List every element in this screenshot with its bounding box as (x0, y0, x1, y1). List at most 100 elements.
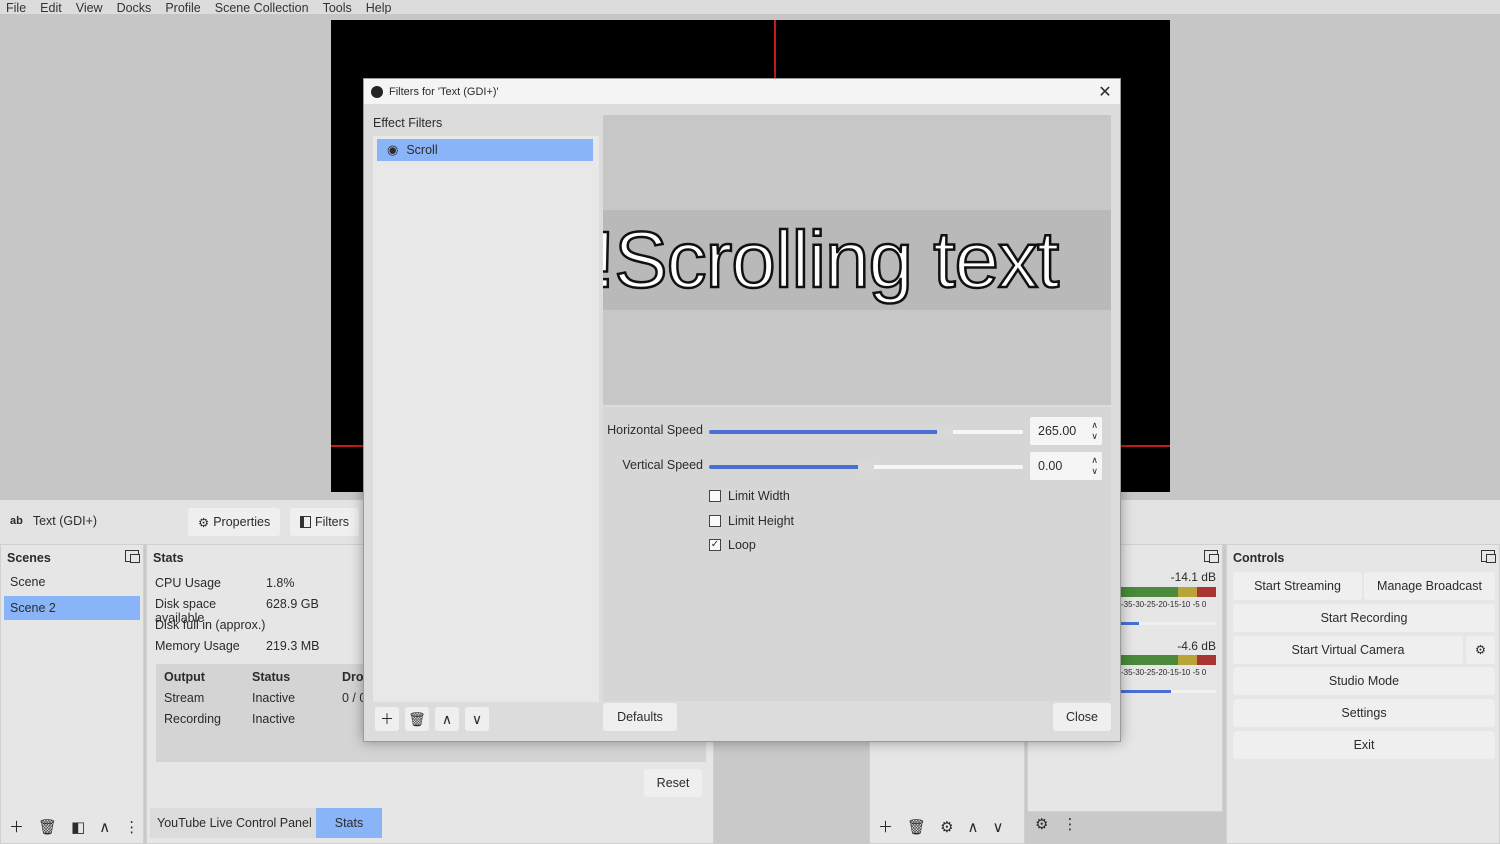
dialog-titlebar: Filters for 'Text (GDI+)' ✕ (364, 79, 1120, 104)
advanced-audio-gear-icon[interactable]: ⚙ (1035, 815, 1048, 833)
vertical-speed-slider[interactable] (709, 461, 1023, 473)
studio-mode-button[interactable]: Studio Mode (1233, 667, 1495, 695)
vertical-speed-value: 0.00 (1038, 459, 1063, 473)
filter-preview: !Scrolling text (603, 115, 1111, 405)
filter-item-scroll[interactable]: ◉ Scroll (377, 139, 593, 161)
chevron-up-icon[interactable]: ∧ (99, 818, 110, 836)
move-up-button[interactable]: ∧ (435, 707, 459, 731)
volume-slider[interactable] (1121, 690, 1216, 693)
controls-title: Controls (1233, 551, 1285, 565)
stat-value: 628.9 GB (266, 597, 319, 611)
scene-item[interactable]: Scene (4, 570, 140, 594)
volume-meter (1121, 655, 1216, 665)
stat-row: Memory Usage 219.3 MB (155, 639, 320, 653)
chevron-up-icon: ∧ (441, 711, 453, 727)
spin-down-icon[interactable]: ∨ (1091, 466, 1098, 476)
filter-icon (300, 516, 311, 528)
stat-key: CPU Usage (155, 576, 221, 590)
spin-up-icon[interactable]: ∧ (1091, 420, 1098, 430)
exit-button[interactable]: Exit (1233, 731, 1495, 759)
menu-docks[interactable]: Docks (117, 2, 152, 15)
filters-button[interactable]: Filters (290, 508, 360, 536)
volume-meter (1121, 587, 1216, 597)
menu-scene-collection[interactable]: Scene Collection (215, 2, 309, 15)
text-band: !Scrolling text (603, 210, 1111, 310)
stat-row: CPU Usage 1.8% (155, 576, 295, 590)
float-dock-icon[interactable] (1204, 550, 1219, 563)
menu-file[interactable]: File (6, 2, 26, 15)
limit-height-checkbox[interactable]: Limit Height (709, 514, 794, 528)
volume-fill (1121, 622, 1139, 625)
start-virtual-camera-button[interactable]: Start Virtual Camera (1233, 636, 1463, 664)
close-button[interactable]: Close (1053, 703, 1111, 731)
reset-button[interactable]: Reset (644, 769, 702, 797)
gear-icon: ⚙ (198, 515, 210, 530)
horizontal-speed-label: Horizontal Speed (607, 423, 703, 437)
settings-button[interactable]: Settings (1233, 699, 1495, 727)
chevron-up-icon[interactable]: ∧ (968, 818, 979, 836)
gear-icon: ⚙ (1474, 643, 1487, 657)
trash-icon[interactable]: 🗑 (38, 818, 57, 836)
tab-youtube-live-control-panel[interactable]: YouTube Live Control Panel (150, 808, 319, 838)
horizontal-speed-value: 265.00 (1038, 424, 1077, 438)
slider-handle[interactable] (937, 426, 953, 438)
scene-item-selected[interactable]: Scene 2 (4, 596, 140, 620)
trash-icon[interactable]: 🗑 (907, 818, 926, 836)
table-header: Status (252, 670, 291, 684)
horizontal-speed-input[interactable]: 265.00 ∧ ∨ (1030, 417, 1102, 445)
source-name-label: Text (GDI+) (32, 514, 98, 528)
start-streaming-button[interactable]: Start Streaming (1233, 572, 1362, 600)
start-recording-button[interactable]: Start Recording (1233, 604, 1495, 632)
checkbox-box[interactable]: ✓ (709, 539, 721, 551)
menu-view[interactable]: View (76, 2, 103, 15)
filter-properties: Horizontal Speed 265.00 ∧ ∨ Vertical Spe… (603, 407, 1111, 701)
limit-width-label: Limit Width (728, 489, 790, 503)
chevron-down-icon[interactable]: ∨ (993, 818, 1004, 836)
scenes-dock: Scenes Scene Scene 2 ＋ 🗑 ◧ ∧ ⋮ (0, 544, 144, 844)
virtual-camera-settings-button[interactable]: ⚙ (1466, 636, 1495, 664)
properties-button[interactable]: ⚙ Properties (188, 508, 281, 536)
table-cell: Stream (164, 691, 205, 705)
table-cell: Inactive (252, 691, 296, 705)
float-dock-icon[interactable] (125, 550, 140, 563)
add-icon[interactable]: ＋ (9, 816, 24, 837)
filter-list: ◉ Scroll (373, 136, 599, 702)
defaults-button[interactable]: Defaults (603, 703, 677, 731)
more-icon[interactable]: ⋮ (124, 818, 139, 836)
eye-icon[interactable]: ◉ (387, 142, 398, 158)
manage-broadcast-button[interactable]: Manage Broadcast (1364, 572, 1495, 600)
text-source-icon: ab (10, 515, 23, 527)
limit-width-checkbox[interactable]: Limit Width (709, 489, 790, 503)
menu-help[interactable]: Help (366, 2, 392, 15)
vertical-speed-input[interactable]: 0.00 ∧ ∨ (1030, 452, 1102, 480)
volume-fill (1121, 690, 1171, 693)
add-filter-button[interactable]: ＋ (375, 707, 399, 731)
meter-scale: -35-30-25-20-15-10 -5 0 (1121, 668, 1207, 677)
dialog-title: Filters for 'Text (GDI+)' (389, 85, 499, 98)
filter-icon[interactable]: ◧ (71, 818, 85, 836)
checkbox-box[interactable] (709, 515, 721, 527)
menu-edit[interactable]: Edit (40, 2, 62, 15)
spin-down-icon[interactable]: ∨ (1091, 431, 1098, 441)
scenes-toolbar: ＋ 🗑 ◧ ∧ ⋮ (9, 816, 139, 837)
gear-icon[interactable]: ⚙ (940, 818, 953, 836)
loop-checkbox[interactable]: ✓ Loop (709, 538, 756, 552)
checkbox-box[interactable] (709, 490, 721, 502)
menu-profile[interactable]: Profile (165, 2, 200, 15)
float-dock-icon[interactable] (1481, 550, 1496, 563)
slider-handle[interactable] (858, 461, 874, 473)
center-guide-right (1121, 445, 1170, 447)
volume-slider[interactable] (1121, 622, 1216, 625)
slider-fill (709, 465, 866, 469)
spin-up-icon[interactable]: ∧ (1091, 455, 1098, 465)
remove-filter-button[interactable]: 🗑 (405, 707, 429, 731)
add-icon[interactable]: ＋ (878, 816, 893, 837)
tab-stats[interactable]: Stats (316, 808, 382, 838)
more-icon[interactable]: ⋮ (1062, 815, 1077, 833)
menu-tools[interactable]: Tools (323, 2, 352, 15)
move-down-button[interactable]: ∨ (465, 707, 489, 731)
horizontal-speed-slider[interactable] (709, 426, 1023, 438)
close-icon[interactable]: ✕ (1096, 82, 1114, 102)
stat-value: 219.3 MB (266, 639, 320, 653)
properties-label: Properties (213, 515, 271, 529)
